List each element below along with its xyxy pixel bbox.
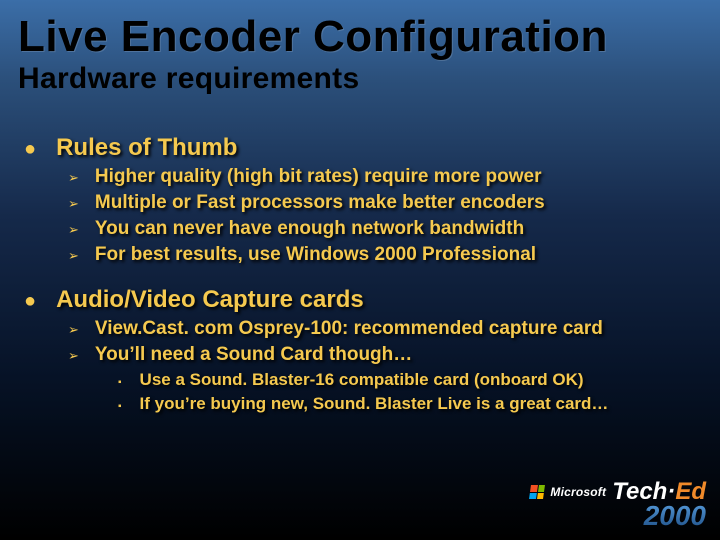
section-heading-text: Audio/Video Capture cards [56,286,364,314]
list-item-text: You can never have enough network bandwi… [95,218,524,240]
bullet-square-icon: ▪ [118,401,122,412]
slide-body: ● Rules of Thumb ➢ Higher quality (high … [0,106,720,414]
chevron-right-icon: ➢ [68,170,79,186]
list-item-text: Multiple or Fast processors make better … [95,192,545,214]
microsoft-flag-icon [529,485,545,499]
list-item: ➢ Multiple or Fast processors make bette… [68,192,700,214]
sublist-item: ▪ If you’re buying new, Sound. Blaster L… [118,394,700,414]
list-item-text: For best results, use Windows 2000 Profe… [95,244,536,266]
list-item: ➢ View.Cast. com Osprey-100: recommended… [68,318,700,340]
sublist-item-text: Use a Sound. Blaster-16 compatible card … [140,370,584,390]
bullet-disc-icon: ● [24,291,36,311]
list-item: ➢ You’ll need a Sound Card though… [68,344,700,366]
chevron-right-icon: ➢ [68,322,79,338]
bullet-square-icon: ▪ [118,377,122,388]
chevron-right-icon: ➢ [68,348,79,364]
chevron-right-icon: ➢ [68,248,79,264]
sublist-item: ▪ Use a Sound. Blaster-16 compatible car… [118,370,700,390]
chevron-right-icon: ➢ [68,222,79,238]
section-heading: ● Audio/Video Capture cards [24,286,700,314]
section-heading-text: Rules of Thumb [56,134,237,162]
footer-logo: Microsoft Tech·Ed 2000 [530,478,706,532]
list-item: ➢ You can never have enough network band… [68,218,700,240]
list-item-text: Higher quality (high bit rates) require … [95,166,542,188]
list-item-text: View.Cast. com Osprey-100: recommended c… [95,318,603,340]
chevron-right-icon: ➢ [68,196,79,212]
logo-company: Microsoft [550,485,606,499]
list-item-text: You’ll need a Sound Card though… [95,344,412,366]
list-item: ➢ Higher quality (high bit rates) requir… [68,166,700,188]
sublist-item-text: If you’re buying new, Sound. Blaster Liv… [140,394,609,414]
section-heading: ● Rules of Thumb [24,134,700,162]
list-item: ➢ For best results, use Windows 2000 Pro… [68,244,700,266]
bullet-disc-icon: ● [24,139,36,159]
slide-title: Live Encoder Configuration [0,0,720,62]
slide-subtitle: Hardware requirements [0,62,720,106]
